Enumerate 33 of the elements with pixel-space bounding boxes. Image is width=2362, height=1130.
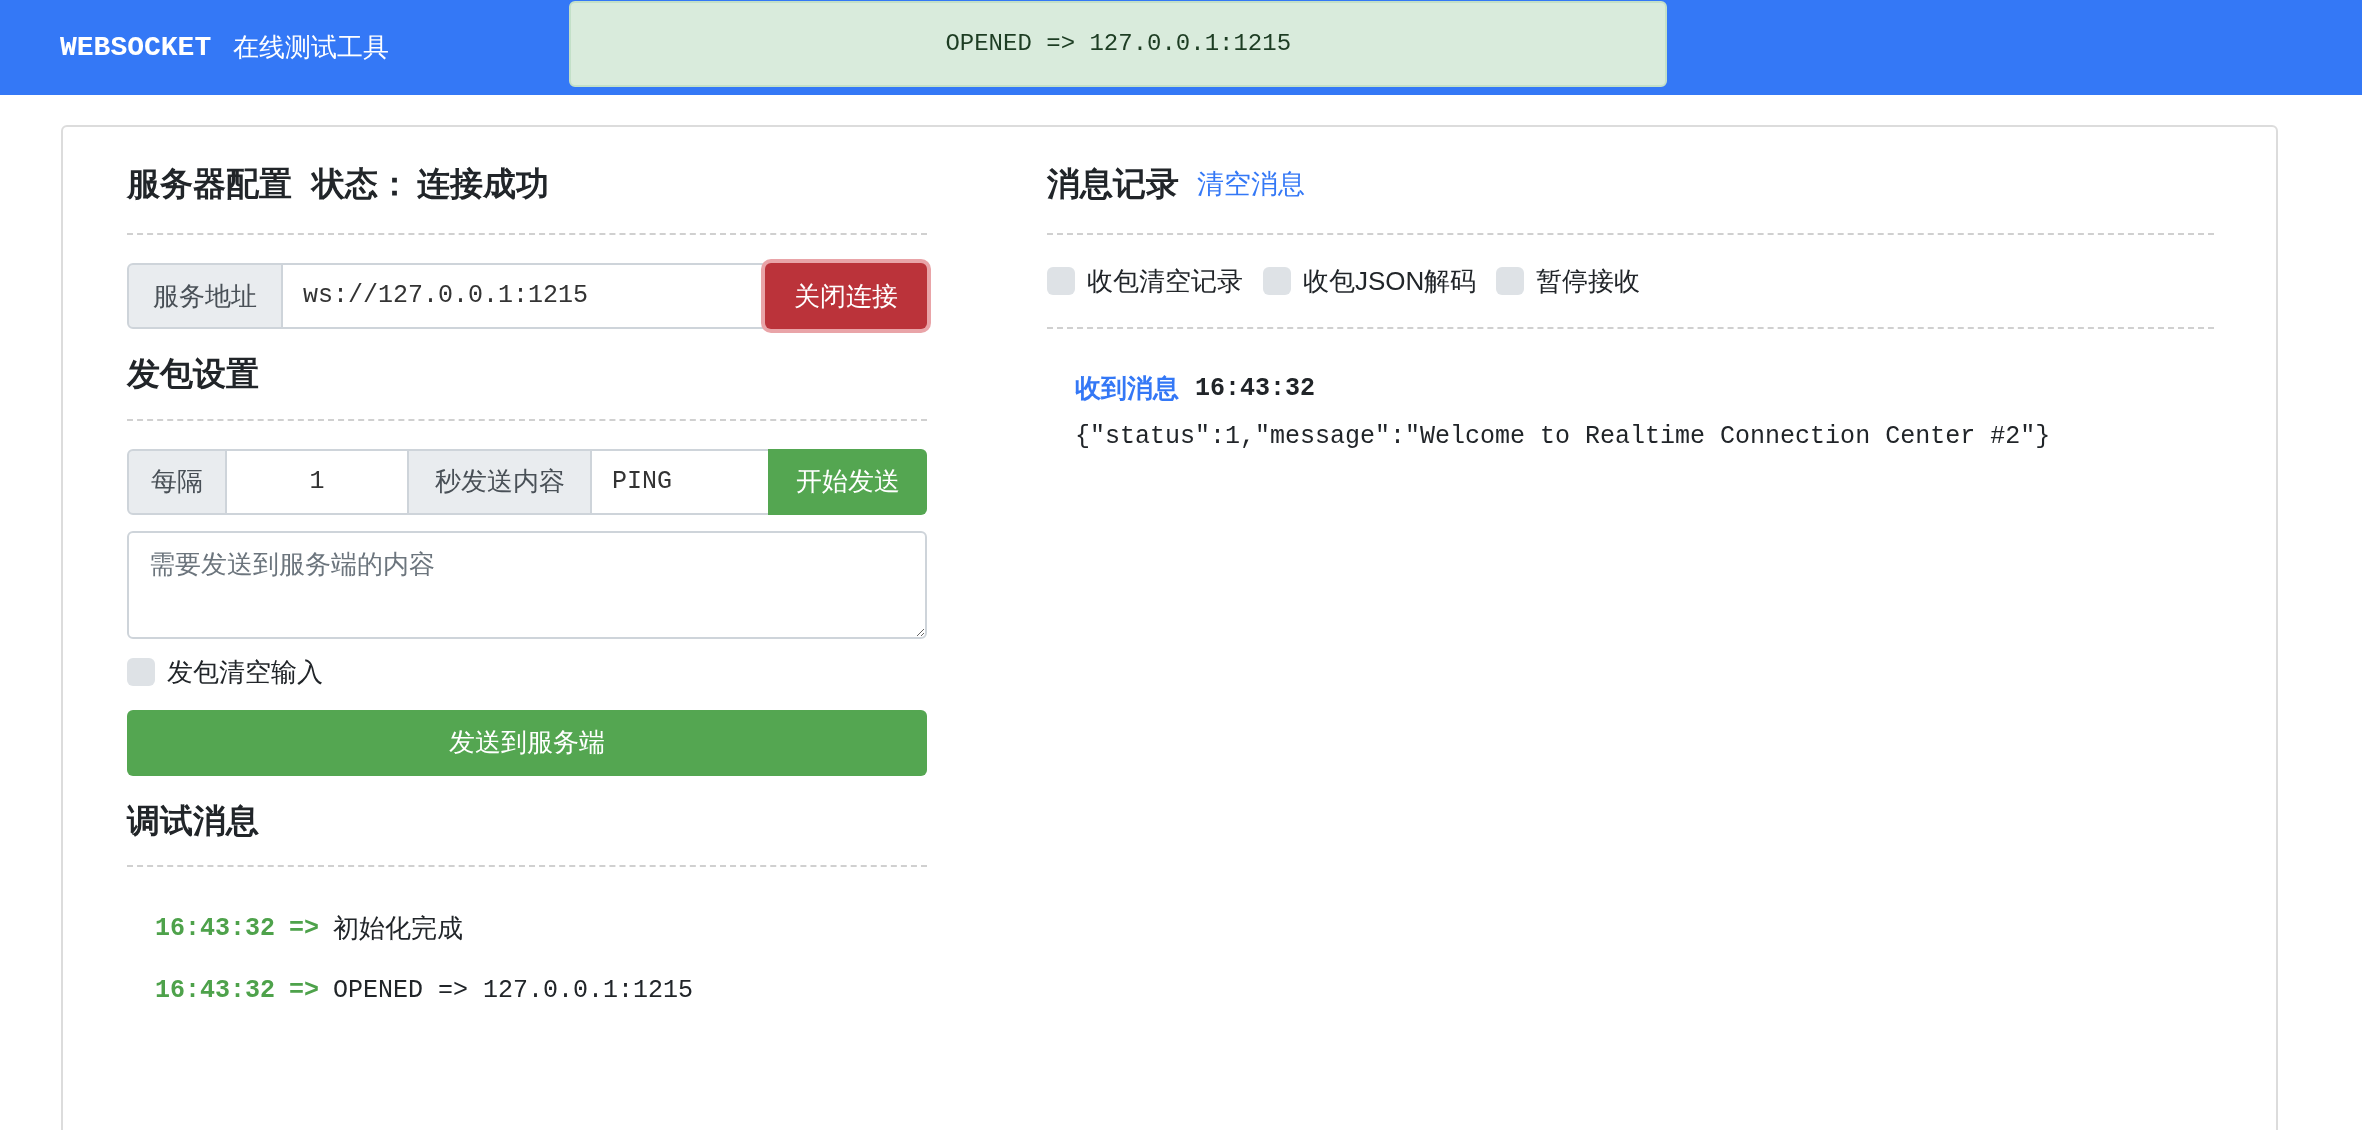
log-arrow: =>	[289, 912, 320, 945]
log-arrow: =>	[289, 975, 320, 1007]
checkbox[interactable]	[1263, 267, 1291, 295]
section-title: 发包设置	[127, 354, 260, 394]
log-time: 16:43:32	[155, 912, 276, 945]
section-title: 服务器配置	[127, 164, 292, 205]
message-label: 收到消息	[1075, 372, 1179, 405]
checkbox-label: 收包JSON解码	[1303, 264, 1477, 298]
app-subtitle: 在线测试工具	[233, 31, 390, 64]
section-title: 消息记录	[1047, 164, 1179, 205]
start-sending-button[interactable]: 开始发送	[768, 448, 927, 515]
message-body: {"status":1,"message":"Welcome to Realtime Connection Center #2"}	[1075, 421, 2052, 453]
checkbox-label: 发包清空输入	[167, 655, 323, 689]
message-time: 16:43:32	[1195, 372, 1316, 405]
input-addon: 服务地址	[127, 263, 283, 329]
log-message: OPENED => 127.0.0.1:1215	[333, 975, 694, 1007]
status-label: 状态：	[312, 164, 411, 205]
app-title: WEBSOCKET	[60, 30, 212, 65]
checkbox[interactable]	[127, 658, 155, 686]
log-time: 16:43:32	[155, 975, 276, 1007]
section-title: 调试消息	[127, 800, 260, 841]
log-message: 初始化完成	[333, 912, 464, 945]
clear-messages-link[interactable]: 清空消息	[1197, 163, 1305, 205]
checkbox[interactable]	[1496, 267, 1525, 295]
send-to-server-button[interactable]: 发送到服务端	[127, 709, 927, 776]
toast-text: OPENED => 127.0.0.1:1215	[945, 29, 1292, 59]
input-addon: 秒发送内容	[407, 448, 592, 515]
checkbox[interactable]	[1047, 267, 1075, 295]
message-textarea[interactable]: 需要发送到服务端的内容	[127, 530, 927, 639]
input-addon: 每隔	[127, 448, 227, 515]
checkbox-label: 收包清空记录	[1087, 264, 1243, 298]
checkbox-label: 暂停接收	[1536, 264, 1641, 298]
status-value: 连接成功	[417, 164, 549, 205]
